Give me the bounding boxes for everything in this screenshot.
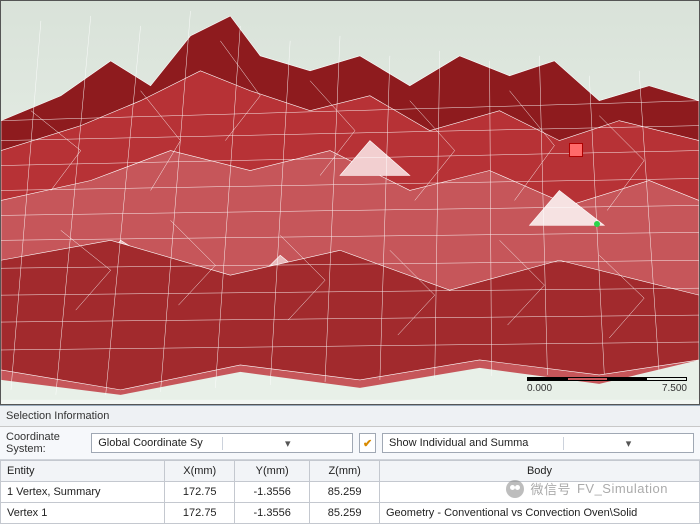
coord-system-label: Coordinate System: xyxy=(6,431,85,455)
cell-z: 85.259 xyxy=(310,482,380,503)
cell-entity: 1 Vertex, Summary xyxy=(1,482,165,503)
cell-y: -1.3556 xyxy=(235,503,310,524)
scale-max: 7.500 xyxy=(662,383,687,394)
col-entity[interactable]: Entity xyxy=(1,461,165,482)
selection-info-toolbar: Coordinate System: Global Coordinate Sy … xyxy=(0,427,700,460)
col-x[interactable]: X(mm) xyxy=(165,461,235,482)
cell-body xyxy=(380,482,700,503)
coord-system-value: Global Coordinate Sy xyxy=(92,437,222,449)
cell-x: 172.75 xyxy=(165,503,235,524)
cell-z: 85.259 xyxy=(310,503,380,524)
mesh-surface xyxy=(1,1,699,400)
chevron-down-icon: ▾ xyxy=(222,437,352,450)
table-row[interactable]: Vertex 1 172.75 -1.3556 85.259 Geometry … xyxy=(1,503,700,524)
cell-x: 172.75 xyxy=(165,482,235,503)
cell-body: Geometry - Conventional vs Convection Ov… xyxy=(380,503,700,524)
table-header-row: Entity X(mm) Y(mm) Z(mm) Body xyxy=(1,461,700,482)
show-mode-combo[interactable]: Show Individual and Summa ▾ xyxy=(382,433,694,453)
check-icon: ✔ xyxy=(363,437,372,450)
cell-entity: Vertex 1 xyxy=(1,503,165,524)
col-body[interactable]: Body xyxy=(380,461,700,482)
scale-bar: 0.000 7.500 xyxy=(527,377,687,394)
apply-button[interactable]: ✔ xyxy=(359,433,376,453)
col-z[interactable]: Z(mm) xyxy=(310,461,380,482)
panel-title: Selection Information xyxy=(0,405,700,427)
coord-system-combo[interactable]: Global Coordinate Sy ▾ xyxy=(91,433,353,453)
table-row[interactable]: 1 Vertex, Summary 172.75 -1.3556 85.259 xyxy=(1,482,700,503)
cell-y: -1.3556 xyxy=(235,482,310,503)
chevron-down-icon: ▾ xyxy=(563,437,693,450)
viewport-3d[interactable]: 0.000 7.500 xyxy=(0,0,700,405)
pivot-point xyxy=(594,221,600,227)
show-mode-value: Show Individual and Summa xyxy=(383,437,563,449)
col-y[interactable]: Y(mm) xyxy=(235,461,310,482)
scale-min: 0.000 xyxy=(527,383,552,394)
selected-vertex-marker[interactable] xyxy=(569,143,583,157)
selection-table: Entity X(mm) Y(mm) Z(mm) Body 1 Vertex, … xyxy=(0,460,700,524)
